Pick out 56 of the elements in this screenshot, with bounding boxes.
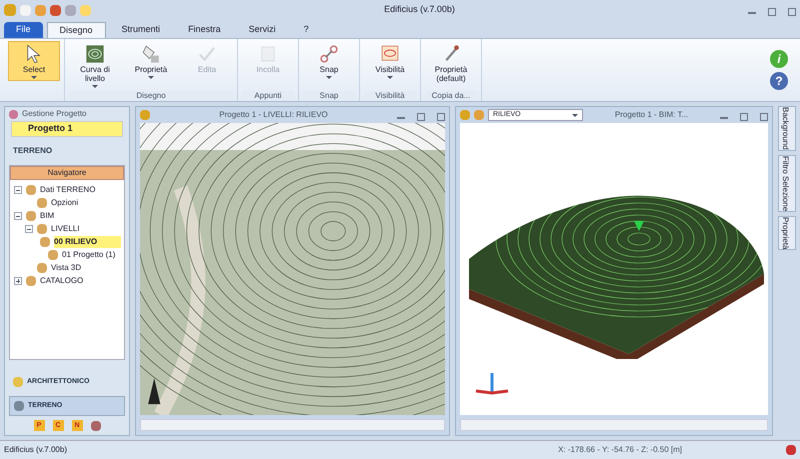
horizontal-scrollbar[interactable]	[460, 419, 768, 431]
horizontal-scrollbar[interactable]	[140, 419, 445, 431]
ribbon-button[interactable]: Curva di livello	[69, 41, 121, 90]
dropdown-caret-icon	[326, 76, 332, 79]
menu-tab[interactable]: Strumenti	[110, 22, 172, 38]
menu-tab[interactable]: ?	[292, 22, 321, 38]
contour-icon	[84, 43, 106, 65]
side-tab[interactable]: Background	[778, 106, 796, 151]
collapse-icon[interactable]	[25, 225, 33, 233]
section-label: TERRENO	[12, 144, 54, 156]
tree-item[interactable]: Vista 3D	[51, 262, 82, 274]
ribbon-button[interactable]: Snap	[303, 41, 355, 81]
tree-item[interactable]: CATALOGO	[40, 275, 84, 287]
window-title: Edificius (v.7.00b)	[383, 3, 456, 16]
ribbon-button[interactable]: Proprietà (default)	[425, 41, 477, 85]
panel-title: Gestione Progetto	[22, 108, 86, 120]
tree-item[interactable]: Dati TERRENO	[40, 184, 96, 196]
collapse-icon[interactable]	[14, 186, 22, 194]
tree-item[interactable]: Opzioni	[51, 197, 78, 209]
snap-icon	[318, 43, 340, 65]
maximize-icon[interactable]	[740, 113, 748, 121]
ribbon-group-label: Disegno	[69, 91, 233, 101]
tree-item[interactable]: 00 RILIEVO	[54, 236, 122, 248]
ribbon-group-label: Appunti	[242, 91, 294, 101]
ribbon-button[interactable]: Visibilità	[364, 41, 416, 81]
dropdown-caret-icon	[387, 76, 393, 79]
collapse-icon[interactable]	[14, 212, 22, 220]
side-tab[interactable]: Filtro Selezione	[778, 154, 796, 212]
side-tab[interactable]: Proprietà	[778, 216, 796, 250]
project-item[interactable]: Progetto 1	[11, 121, 123, 136]
navigator-header: Navigatore	[10, 166, 124, 180]
tree-item[interactable]: 01 Progetto (1)	[62, 249, 116, 261]
ribbon-button[interactable]: Select	[8, 41, 60, 81]
dropdown-caret-icon	[31, 76, 37, 79]
menu-tab[interactable]: File	[4, 22, 43, 38]
ribbon-button[interactable]: Proprietà	[125, 41, 177, 81]
expand-icon[interactable]	[14, 277, 22, 285]
ribbon-group-label: Copia da...	[425, 91, 477, 101]
view-title: Progetto 1 - BIM: T...	[614, 109, 690, 121]
tree-item[interactable]: BIM	[40, 210, 54, 222]
tree-item[interactable]: LIVELLI	[51, 223, 80, 235]
view-title: Progetto 1 - LIVELLI: RILIEVO	[218, 109, 329, 121]
dropdown-caret-icon	[148, 76, 154, 79]
menu-tab[interactable]: Finestra	[176, 22, 233, 38]
help-button[interactable]: ?	[770, 72, 788, 90]
status-app-label: Edificius (v.7.00b)	[4, 444, 68, 456]
maximize-icon[interactable]	[417, 113, 425, 121]
dropdown-caret-icon	[572, 114, 578, 117]
maximize-icon[interactable]	[768, 8, 776, 16]
ribbon-group-label: Visibilità	[364, 91, 416, 101]
coordinates-readout: X: -178.66 - Y: -54.76 - Z: -0.50 [m]	[558, 444, 682, 456]
paint-icon	[140, 43, 162, 65]
menu-tab[interactable]: Servizi	[236, 22, 288, 38]
ribbon-group-label: Snap	[303, 91, 355, 101]
menu-tab[interactable]: Disegno	[46, 22, 106, 38]
dropdown-caret-icon	[92, 85, 98, 88]
